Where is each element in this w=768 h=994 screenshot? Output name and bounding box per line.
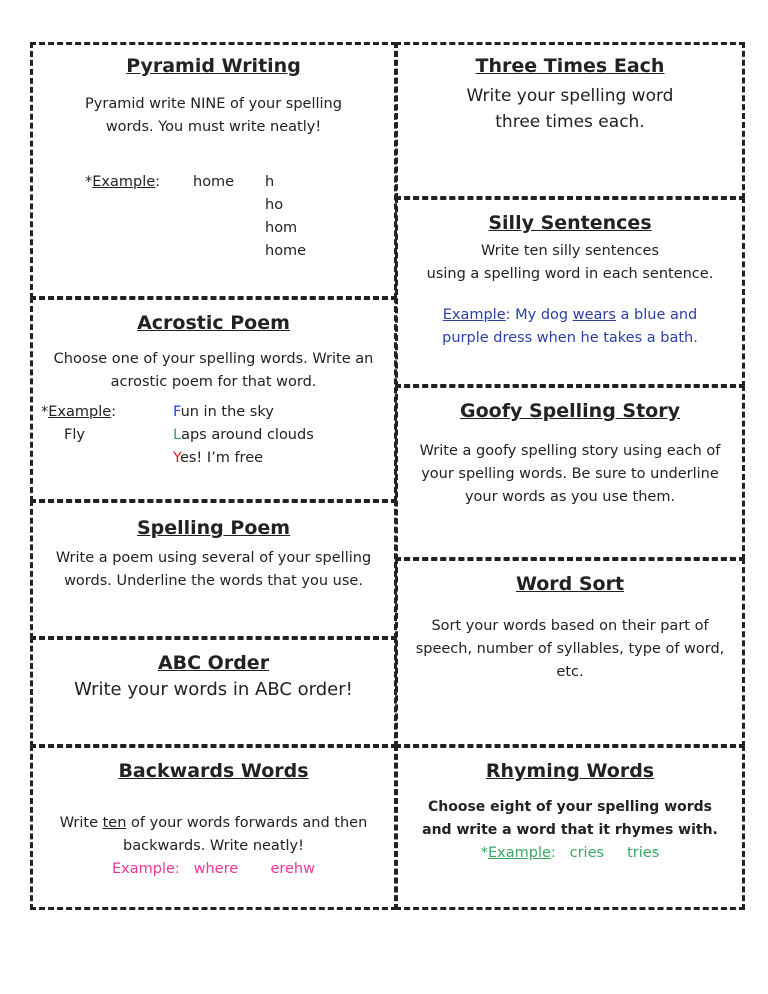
card-title: Acrostic Poem — [137, 312, 290, 334]
rhyming-words-card: Rhyming Words Choose eight of your spell… — [395, 745, 745, 910]
card-instructions: Write your words in ABC order! — [74, 679, 353, 700]
acrostic-lines: Fun in the sky Laps around clouds Yes! I… — [173, 401, 314, 470]
card-instructions: Sort your words based on their part of s… — [415, 618, 725, 680]
acrostic-poem-card: Acrostic Poem Choose one of your spellin… — [30, 297, 397, 502]
spelling-poem-card: Spelling Poem Write a poem using several… — [30, 500, 397, 639]
silly-example: Example: My dog wears a blue and purple … — [442, 307, 698, 346]
backwards-example: Example: where erehw — [112, 861, 315, 877]
card-title: Pyramid Writing — [126, 55, 301, 77]
card-instructions: Write a poem using several of your spell… — [55, 550, 372, 589]
silly-sentences-card: Silly Sentences Write ten silly sentence… — [395, 197, 745, 387]
three-times-each-card: Three Times Each Write your spelling wor… — [395, 42, 745, 199]
rhyming-example: *Example: cries tries — [480, 845, 660, 861]
card-instructions: Write a goofy spelling story using each … — [419, 443, 721, 505]
card-title: Rhyming Words — [485, 760, 655, 782]
acrostic-line: Fun in the sky — [173, 404, 274, 420]
card-title: ABC Order — [157, 652, 270, 674]
pyramid-word: home — [193, 174, 235, 190]
card-title: Word Sort — [515, 573, 625, 595]
acrostic-line: Laps around clouds — [173, 427, 314, 443]
acrostic-example-label: *Example: Fly — [41, 404, 117, 443]
acrostic-line: Yes! I’m free — [173, 450, 264, 466]
card-title: Goofy Spelling Story — [460, 400, 680, 422]
card-instructions: Choose eight of your spelling words and … — [422, 799, 718, 838]
card-instructions: Write ten of your words forwards and the… — [59, 815, 368, 854]
pyramid-writing-card: Pyramid Writing Pyramid write NINE of yo… — [30, 42, 397, 299]
example-label: Example — [92, 174, 156, 190]
word-sort-card: Word Sort Sort your words based on their… — [395, 558, 745, 747]
abc-order-card: ABC Order Write your words in ABC order! — [30, 637, 397, 747]
card-instructions: Pyramid write NINE of your spelling word… — [85, 96, 342, 135]
card-instructions: Choose one of your spelling words. Write… — [53, 351, 374, 390]
card-title: Backwards Words — [118, 760, 309, 782]
goofy-spelling-story-card: Goofy Spelling Story Write a goofy spell… — [395, 385, 745, 560]
card-instructions: Write your spelling word three times eac… — [466, 86, 674, 132]
pyramid-example: *Example: — [85, 174, 161, 190]
pyramid-steps: h ho hom home — [265, 174, 307, 259]
card-instructions: Write ten silly sentences using a spellin… — [426, 243, 714, 282]
card-title: Silly Sentences — [488, 212, 652, 234]
card-title: Three Times Each — [475, 55, 665, 77]
backwards-words-card: Backwards Words Write ten of your words … — [30, 745, 397, 910]
card-title: Spelling Poem — [136, 517, 291, 539]
